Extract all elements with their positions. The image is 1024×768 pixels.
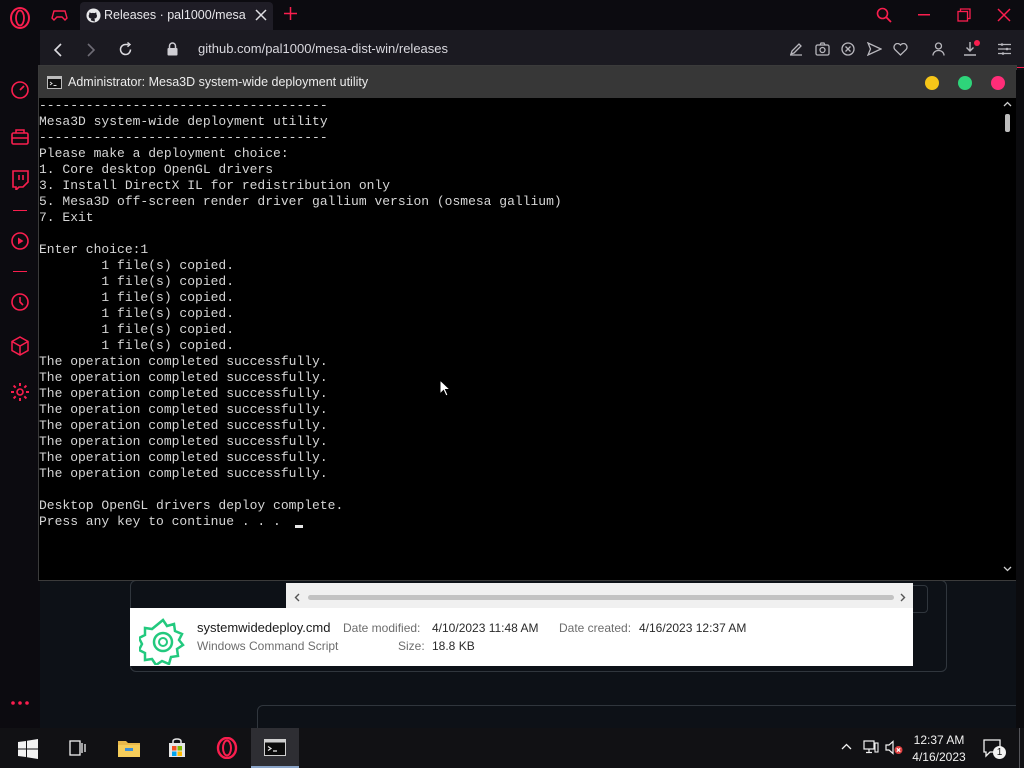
- file-name: systemwidedeploy.cmd: [197, 620, 331, 635]
- file-explorer-icon[interactable]: [104, 728, 152, 768]
- scroll-up-icon[interactable]: [1003, 101, 1012, 107]
- restore-window-icon[interactable]: [957, 8, 971, 22]
- store-icon[interactable]: [153, 728, 201, 768]
- download-icon[interactable]: [963, 40, 980, 57]
- file-type: Windows Command Script: [197, 639, 339, 653]
- date-created-label: Date created:: [559, 621, 632, 635]
- date-modified-label: Date modified:: [343, 621, 421, 635]
- easy-setup-icon[interactable]: [789, 42, 803, 56]
- close-dot-icon[interactable]: [991, 76, 1005, 90]
- console-line: 1 file(s) copied.: [39, 338, 235, 353]
- menu-icon[interactable]: [998, 43, 1011, 55]
- console-line: Press any key to continue . . .: [39, 514, 289, 529]
- clock-date[interactable]: 4/16/2023: [908, 750, 970, 764]
- back-icon[interactable]: [53, 43, 63, 57]
- scroll-thumb[interactable]: [1005, 114, 1010, 132]
- clock-time[interactable]: 12:37 AM: [912, 733, 966, 747]
- console-output[interactable]: ------------------------------------- Me…: [39, 98, 999, 578]
- console-line: 3. Install DirectX IL for redistribution…: [39, 178, 391, 193]
- opera-gx-icon[interactable]: [203, 728, 251, 768]
- gx-controller-icon[interactable]: [51, 8, 68, 22]
- lock-icon[interactable]: [167, 42, 178, 56]
- console-line: 1. Core desktop OpenGL drivers: [39, 162, 274, 177]
- forward-icon[interactable]: [86, 43, 96, 57]
- text-cursor: [295, 525, 303, 528]
- player-icon[interactable]: [10, 231, 30, 251]
- hscroll-thumb[interactable]: [308, 595, 894, 600]
- twitch-icon[interactable]: [10, 170, 30, 190]
- console-title: Administrator: Mesa3D system-wide deploy…: [68, 75, 369, 89]
- reload-icon[interactable]: [118, 42, 133, 57]
- extensions-icon[interactable]: [10, 336, 30, 356]
- network-icon[interactable]: [863, 740, 879, 754]
- maximize-dot-icon[interactable]: [958, 76, 972, 90]
- volume-muted-icon[interactable]: [885, 740, 903, 755]
- history-icon[interactable]: [10, 292, 30, 312]
- show-desktop-strip[interactable]: [1019, 728, 1020, 768]
- console-line: Mesa3D system-wide deployment utility: [39, 114, 328, 129]
- command-prompt-icon[interactable]: [251, 728, 299, 768]
- minimize-dot-icon[interactable]: [925, 76, 939, 90]
- scroll-left-icon[interactable]: [294, 593, 300, 602]
- speed-dial-icon[interactable]: [10, 80, 30, 100]
- console-line: 1 file(s) copied.: [39, 290, 235, 305]
- settings-icon[interactable]: [10, 382, 30, 402]
- tab-title: Releases · pal1000/mesa-di: [104, 8, 246, 22]
- search-tabs-icon[interactable]: [876, 7, 892, 23]
- console-line: The operation completed successfully.: [39, 354, 328, 369]
- scroll-down-icon[interactable]: [1003, 566, 1012, 572]
- account-icon[interactable]: [932, 42, 945, 56]
- shopping-icon[interactable]: [10, 126, 30, 146]
- console-line: 1 file(s) copied.: [39, 274, 235, 289]
- send-icon[interactable]: [867, 42, 882, 56]
- console-line: Enter choice:1: [39, 242, 149, 257]
- minimize-window-icon[interactable]: [918, 14, 930, 16]
- tray-chevron-icon[interactable]: [841, 743, 852, 750]
- console-line: -------------------------------------: [39, 130, 328, 145]
- console-line: The operation completed successfully.: [39, 450, 328, 465]
- console-line: The operation completed successfully.: [39, 386, 328, 401]
- heart-icon[interactable]: [893, 43, 908, 56]
- github-icon: [86, 8, 101, 23]
- console-line: The operation completed successfully.: [39, 418, 328, 433]
- size-value: 18.8 KB: [432, 639, 475, 653]
- console-line: -------------------------------------: [39, 98, 328, 113]
- console-line: The operation completed successfully.: [39, 370, 328, 385]
- notification-count: 1: [993, 746, 1006, 759]
- console-line: The operation completed successfully.: [39, 466, 328, 481]
- script-gear-icon: [139, 617, 187, 665]
- url-field[interactable]: github.com/pal1000/mesa-dist-win/release…: [198, 41, 448, 56]
- close-tab-icon[interactable]: [254, 8, 268, 22]
- console-line: Desktop OpenGL drivers deploy complete.: [39, 498, 344, 513]
- snapshot-icon[interactable]: [815, 42, 830, 56]
- console-line: 1 file(s) copied.: [39, 306, 235, 321]
- sidebar-divider: [13, 210, 27, 211]
- console-line: 5. Mesa3D off-screen render driver galli…: [39, 194, 562, 209]
- more-icon[interactable]: [10, 700, 30, 706]
- opera-logo-icon[interactable]: [8, 6, 32, 30]
- command-prompt-icon: [47, 76, 62, 89]
- block-icon[interactable]: [841, 42, 855, 56]
- close-window-icon[interactable]: [997, 8, 1011, 22]
- page-scrollbar-strip[interactable]: [1016, 70, 1024, 728]
- console-line: 1 file(s) copied.: [39, 322, 235, 337]
- console-vertical-scrollbar[interactable]: [999, 98, 1016, 578]
- new-tab-icon[interactable]: [284, 7, 297, 20]
- scroll-right-icon[interactable]: [900, 593, 906, 602]
- date-modified-value: 4/10/2023 11:48 AM: [432, 621, 539, 635]
- console-line: Please make a deployment choice:: [39, 146, 289, 161]
- tab-releases[interactable]: Releases · pal1000/mesa-di: [80, 2, 273, 30]
- date-created-value: 4/16/2023 12:37 AM: [639, 621, 747, 635]
- console-line: 7. Exit: [39, 210, 94, 225]
- mouse-pointer-icon: [439, 379, 451, 397]
- console-line: The operation completed successfully.: [39, 434, 328, 449]
- file-details-pane: systemwidedeploy.cmd Windows Command Scr…: [130, 608, 913, 666]
- console-line: 1 file(s) copied.: [39, 258, 235, 273]
- size-label: Size:: [398, 639, 425, 653]
- sidebar-divider: [13, 271, 27, 272]
- start-icon[interactable]: [4, 728, 52, 768]
- console-line: The operation completed successfully.: [39, 402, 328, 417]
- task-view-icon[interactable]: [54, 728, 102, 768]
- notifications-icon[interactable]: 1: [983, 739, 1006, 759]
